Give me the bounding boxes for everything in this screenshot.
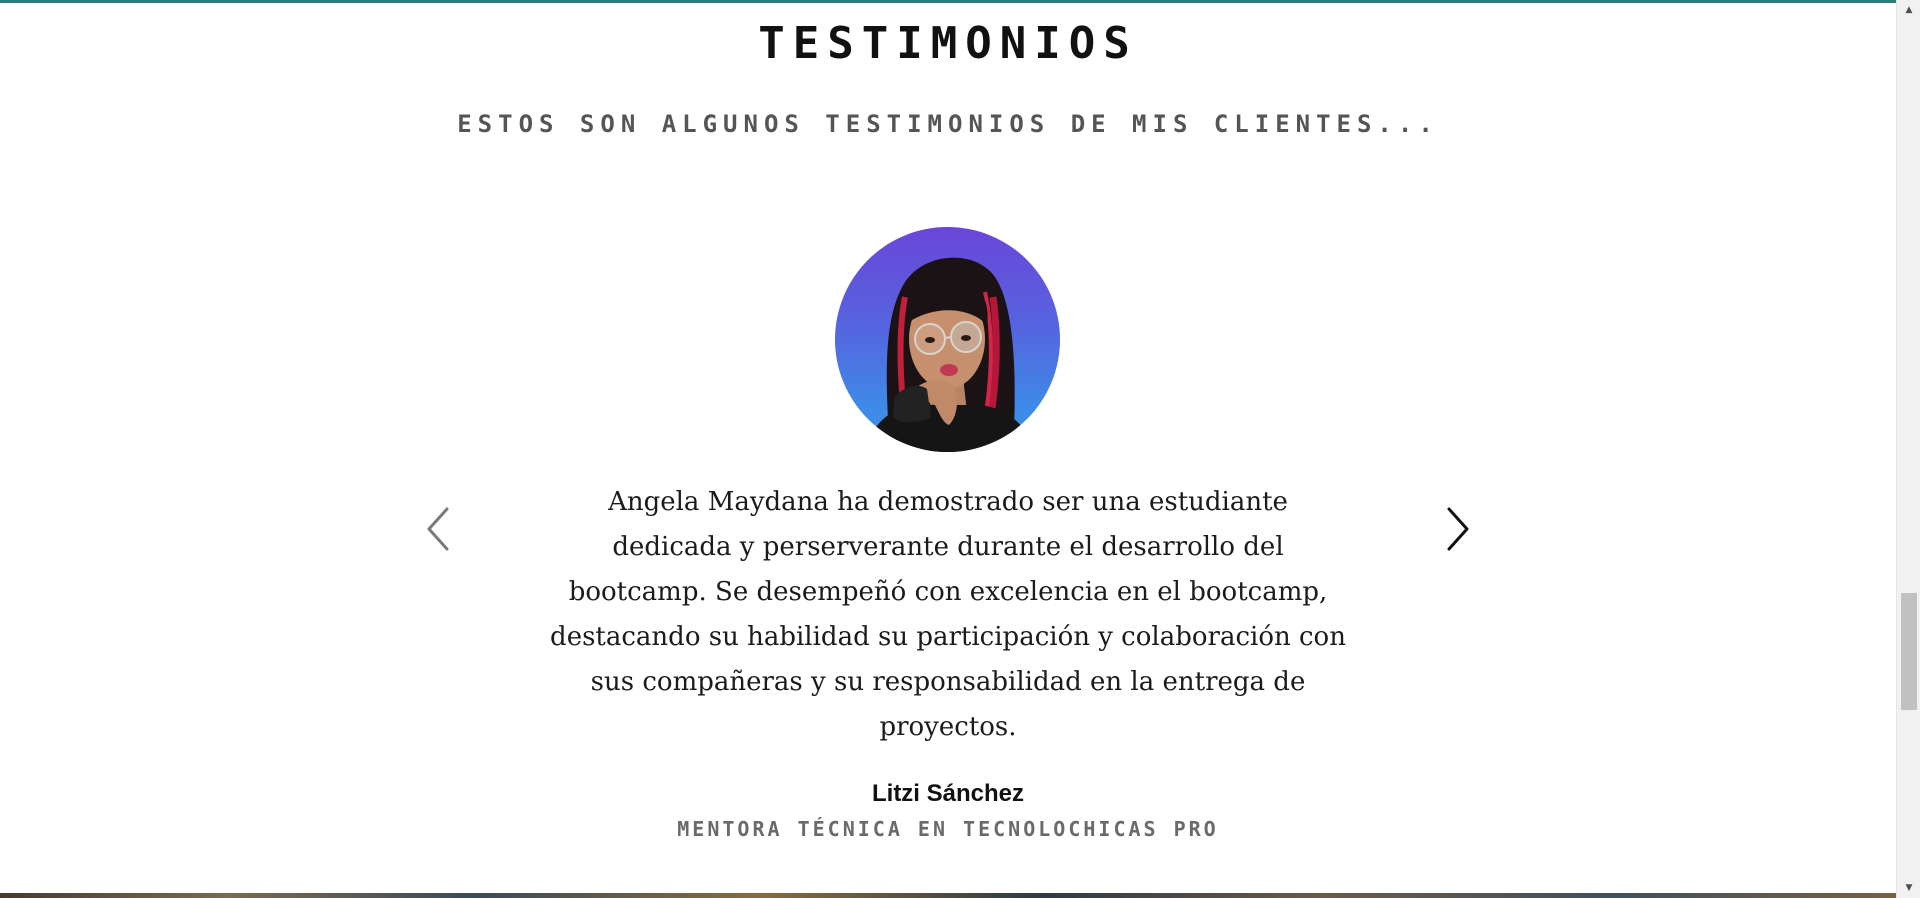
chevron-left-icon: [427, 507, 449, 551]
chevron-right-icon: [1447, 507, 1469, 551]
scroll-up-arrow-icon[interactable]: ▲: [1897, 0, 1920, 20]
quote-line: Angela Maydana ha demostrado ser una est…: [608, 487, 1288, 517]
quote-line: proyectos.: [879, 712, 1017, 742]
scroll-down-arrow-icon[interactable]: ▼: [1897, 878, 1920, 898]
section-title: TESTIMONIOS: [758, 18, 1138, 69]
author-role: MENTORA TÉCNICA EN TECNOLOCHICAS PRO: [677, 817, 1219, 841]
testimonials-section: TESTIMONIOS ESTOS SON ALGUNOS TESTIMONIO…: [0, 0, 1896, 893]
testimonial-avatar: [835, 227, 1060, 452]
carousel-prev-button[interactable]: [421, 505, 455, 553]
carousel-next-button[interactable]: [1441, 505, 1475, 553]
quote-line: bootcamp. Se desempeñó con excelencia en…: [568, 577, 1328, 607]
testimonial-quote: Angela Maydana ha demostrado ser una est…: [533, 480, 1363, 750]
section-subtitle: ESTOS SON ALGUNOS TESTIMONIOS DE MIS CLI…: [457, 110, 1439, 138]
person-photo: [865, 257, 1035, 452]
page: TESTIMONIOS ESTOS SON ALGUNOS TESTIMONIO…: [0, 0, 1920, 898]
vertical-scrollbar[interactable]: ▲ ▼: [1896, 0, 1920, 898]
quote-line: destacando su habilidad su participación…: [550, 622, 1346, 652]
author-name: Litzi Sánchez: [871, 780, 1025, 807]
quote-line: sus compañeras y su responsabilidad en l…: [590, 667, 1306, 697]
scrollbar-thumb[interactable]: [1901, 593, 1917, 710]
quote-line: dedicada y perserverante durante el desa…: [612, 532, 1284, 562]
next-section-preview: [0, 893, 1896, 898]
